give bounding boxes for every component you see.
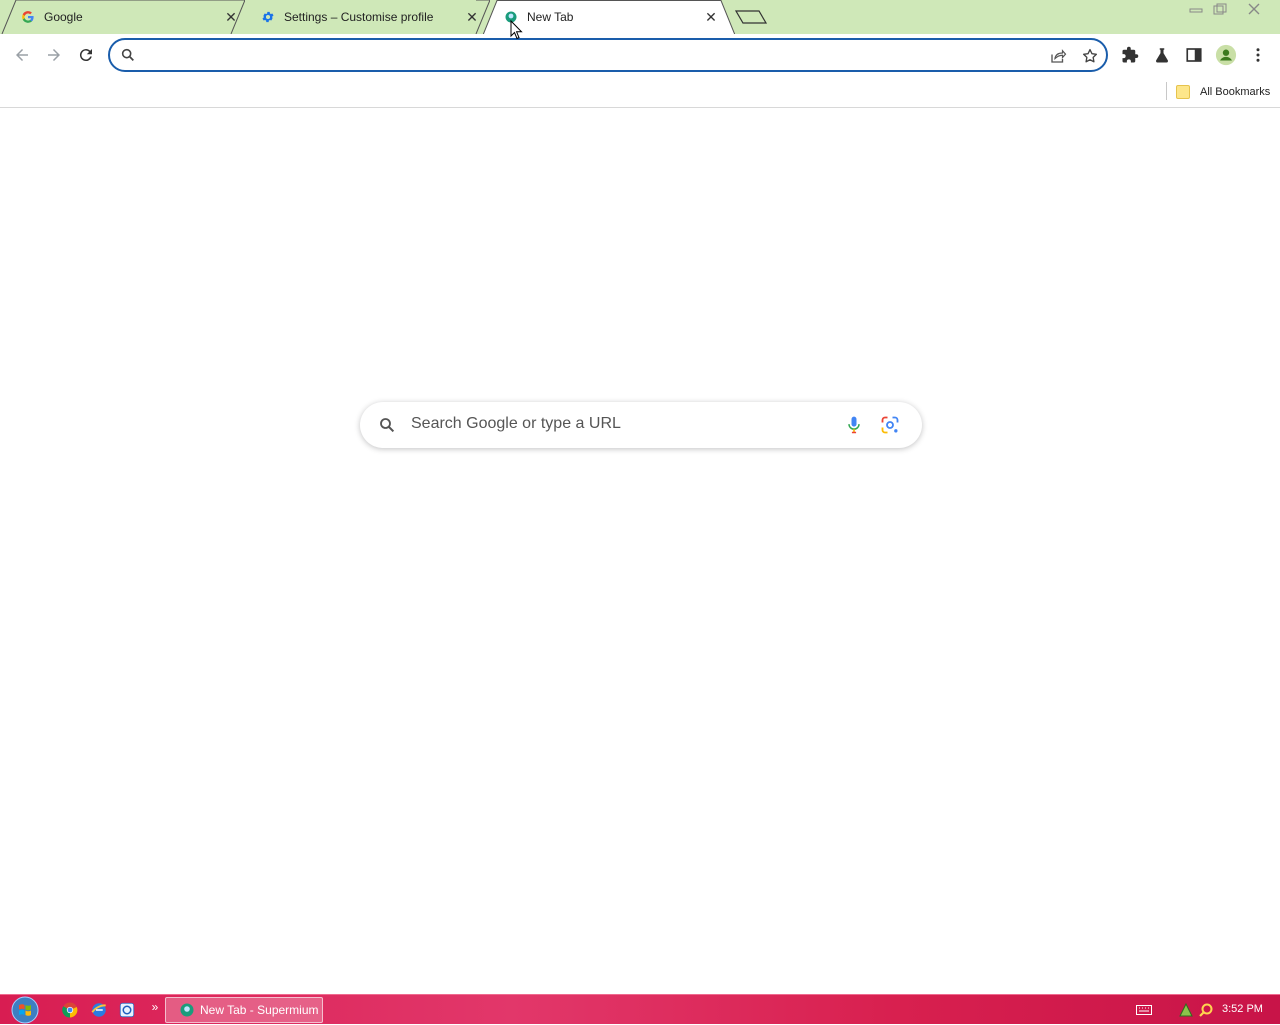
- flask-icon: [1155, 48, 1169, 63]
- puzzle-icon: [1122, 46, 1139, 63]
- network-icon[interactable]: [1177, 1001, 1195, 1019]
- gear-icon: [260, 9, 276, 25]
- bookmarks-bar: All Bookmarks: [0, 76, 1280, 108]
- labs-button[interactable]: [1147, 40, 1177, 70]
- close-tab-icon[interactable]: ✕: [223, 9, 239, 25]
- bookmark-star-icon[interactable]: [1080, 46, 1100, 66]
- app-quicklaunch-icon[interactable]: [117, 1000, 137, 1020]
- tab-title: New Tab: [527, 10, 574, 24]
- tab-google[interactable]: Google ✕: [0, 0, 245, 34]
- close-window-icon[interactable]: [1240, 0, 1268, 18]
- keyboard-icon[interactable]: [1135, 1001, 1153, 1019]
- ntp-search-placeholder: Search Google or type a URL: [411, 415, 621, 432]
- side-panel-icon: [1186, 48, 1202, 62]
- chrome-quicklaunch-icon[interactable]: [60, 1000, 80, 1020]
- google-icon: [20, 9, 36, 25]
- extensions-button[interactable]: [1115, 40, 1145, 70]
- bookmarks-separator: [1166, 82, 1167, 100]
- tab-title: Google: [44, 10, 83, 24]
- tab-background: [1, 0, 245, 34]
- address-bar[interactable]: [108, 38, 1108, 72]
- new-tab-button[interactable]: [735, 8, 767, 26]
- all-bookmarks-button[interactable]: All Bookmarks: [1176, 81, 1270, 103]
- arrow-right-icon: [48, 49, 60, 61]
- share-icon[interactable]: [1048, 46, 1068, 66]
- address-input[interactable]: [144, 45, 1024, 65]
- forward-button[interactable]: [39, 40, 69, 70]
- tab-strip: Google ✕ Settings – Customise profile ✕ …: [0, 0, 1280, 35]
- reload-icon: [79, 49, 92, 62]
- tab-settings[interactable]: Settings – Customise profile ✕: [242, 0, 490, 34]
- google-lens-icon[interactable]: [880, 415, 900, 440]
- microphone-icon[interactable]: [844, 414, 864, 441]
- avatar-icon: [1215, 44, 1237, 66]
- menu-button[interactable]: [1243, 40, 1273, 70]
- back-button[interactable]: [7, 40, 37, 70]
- kebab-menu-icon: [1256, 48, 1260, 62]
- profile-button[interactable]: [1211, 40, 1241, 70]
- search-tray-icon[interactable]: [1197, 1001, 1215, 1019]
- ntp-search-box[interactable]: Search Google or type a URL: [360, 402, 922, 448]
- browser-quicklaunch-icon[interactable]: [89, 1000, 109, 1020]
- windows-start-icon: [11, 996, 39, 1024]
- tab-title: Settings – Customise profile: [284, 10, 434, 24]
- system-clock[interactable]: 3:52 PM: [1222, 1003, 1263, 1015]
- search-icon: [378, 416, 396, 439]
- arrow-left-icon: [16, 49, 28, 61]
- mouse-cursor-icon: [510, 20, 523, 40]
- close-tab-icon[interactable]: ✕: [703, 9, 719, 25]
- search-icon: [120, 47, 136, 68]
- taskbar-window-supermium[interactable]: New Tab - Supermium: [165, 997, 323, 1023]
- side-panel-button[interactable]: [1179, 40, 1209, 70]
- start-button[interactable]: [8, 995, 42, 1025]
- taskbar-window-title: New Tab - Supermium: [200, 1003, 319, 1017]
- reload-button[interactable]: [71, 40, 101, 70]
- supermium-icon: [180, 1003, 194, 1017]
- all-bookmarks-label: All Bookmarks: [1200, 86, 1271, 98]
- taskbar: » New Tab - Supermium 3:52 PM: [0, 994, 1280, 1024]
- folder-icon: [1176, 85, 1190, 99]
- close-tab-icon[interactable]: ✕: [464, 9, 480, 25]
- quicklaunch-overflow[interactable]: »: [145, 997, 165, 1017]
- restore-icon[interactable]: [1206, 0, 1234, 18]
